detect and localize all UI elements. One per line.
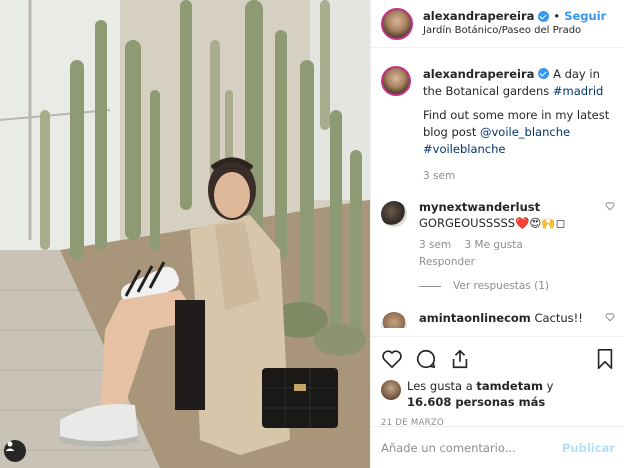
view-replies-label: Ver respuestas (1) bbox=[453, 280, 549, 293]
tagged-user-icon[interactable] bbox=[4, 440, 26, 462]
caption-username[interactable]: alexandrapereira bbox=[423, 67, 534, 81]
view-replies-line bbox=[419, 285, 441, 287]
person-icon bbox=[5, 441, 15, 451]
post-photo[interactable] bbox=[0, 0, 370, 468]
like-comment-heart-icon[interactable] bbox=[605, 312, 615, 322]
comments-list[interactable]: alexandrapereira A day in the Botanical … bbox=[371, 60, 624, 328]
liker-avatar[interactable] bbox=[381, 380, 401, 400]
comment-item: amintaonlinecom Cactus!! Tus favos bbox=[381, 310, 615, 328]
action-icons-row bbox=[381, 345, 615, 373]
comment-item: mynextwanderlust GORGEOUSSSSS❤️😍🙌◻ 3 sem… bbox=[381, 199, 615, 271]
post-location[interactable]: Jardín Botánico/Paseo del Prado bbox=[423, 25, 606, 37]
comment-composer: Publicar bbox=[371, 426, 624, 468]
author-avatar[interactable] bbox=[381, 7, 413, 40]
post-header: alexandrapereira • Seguir Jardín Botánic… bbox=[371, 0, 624, 48]
comment-body: mynextwanderlust GORGEOUSSSSS❤️😍🙌◻ 3 sem… bbox=[419, 199, 605, 271]
comment-time[interactable]: 3 sem bbox=[419, 239, 451, 251]
caption-comment: alexandrapereira A day in the Botanical … bbox=[381, 66, 615, 185]
comment-time[interactable]: 3 sem bbox=[423, 170, 455, 182]
post-details-panel: alexandrapereira • Seguir Jardín Botánic… bbox=[370, 0, 624, 468]
follow-button[interactable]: Seguir bbox=[564, 9, 606, 24]
comment-body: amintaonlinecom Cactus!! Tus favos bbox=[419, 310, 605, 328]
likes-summary: Les gusta a tamdetam y 16.608 personas m… bbox=[381, 379, 615, 410]
comment-input[interactable] bbox=[381, 440, 563, 455]
commenter-avatar[interactable] bbox=[381, 200, 407, 227]
comment-like-count[interactable]: 3 Me gusta bbox=[465, 239, 523, 251]
like-heart-icon[interactable] bbox=[381, 348, 403, 370]
author-line: alexandrapereira • Seguir bbox=[423, 8, 606, 24]
comment-text: GORGEOUSSSSS❤️😍🙌◻ bbox=[419, 216, 566, 231]
author-username[interactable]: alexandrapereira bbox=[423, 9, 534, 24]
comment-hashtag[interactable]: #voileblanche bbox=[423, 142, 505, 156]
view-replies-button[interactable]: Ver respuestas (1) bbox=[419, 280, 615, 292]
post-actions: Les gusta a tamdetam y 16.608 personas m… bbox=[371, 336, 624, 428]
liker-username[interactable]: tamdetam bbox=[476, 379, 543, 393]
reply-button[interactable]: Responder bbox=[419, 255, 605, 270]
commenter-avatar[interactable] bbox=[381, 312, 407, 328]
comment-bubble-icon[interactable] bbox=[415, 348, 437, 370]
likes-conjunction: y bbox=[546, 379, 554, 393]
commenter-username[interactable]: mynextwanderlust bbox=[419, 200, 540, 214]
caption-body: alexandrapereira A day in the Botanical … bbox=[423, 66, 615, 185]
share-icon[interactable] bbox=[449, 348, 471, 370]
caption-author-avatar[interactable] bbox=[381, 66, 411, 96]
photo-illustration bbox=[0, 0, 370, 468]
likes-prefix: Les gusta a bbox=[407, 379, 473, 393]
verified-badge-icon bbox=[538, 10, 550, 22]
author-info: alexandrapereira • Seguir Jardín Botánic… bbox=[423, 8, 606, 38]
likes-text: Les gusta a tamdetam y 16.608 personas m… bbox=[407, 379, 553, 410]
commenter-username[interactable]: amintaonlinecom bbox=[419, 311, 531, 325]
like-comment-heart-icon[interactable] bbox=[605, 201, 615, 211]
caption-hashtag[interactable]: #madrid bbox=[553, 84, 603, 98]
save-bookmark-icon[interactable] bbox=[595, 348, 615, 370]
separator-dot: • bbox=[553, 8, 561, 23]
comment-mention[interactable]: @voile_blanche bbox=[480, 125, 570, 139]
comment-meta: 3 sem 3 Me gusta Responder bbox=[419, 238, 605, 270]
comment-meta: 3 sem bbox=[423, 169, 615, 184]
post-comment-button[interactable]: Publicar bbox=[562, 441, 615, 455]
likes-count[interactable]: 16.608 personas más bbox=[407, 395, 545, 409]
verified-badge-icon bbox=[538, 68, 550, 79]
